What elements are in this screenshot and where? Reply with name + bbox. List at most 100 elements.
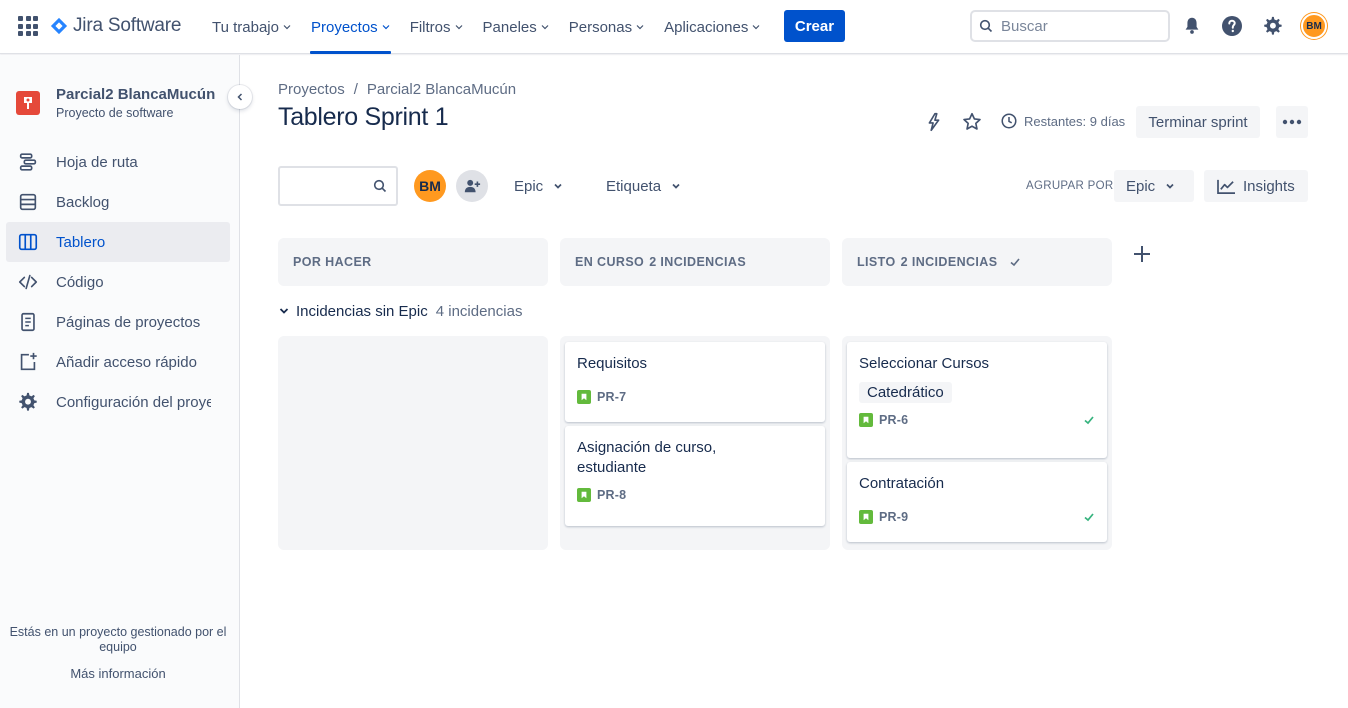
done-check-icon	[1084, 416, 1094, 425]
card-title: Asignación de curso, estudiante	[577, 439, 717, 476]
chevron-down-icon	[541, 25, 549, 30]
chevron-down-icon	[382, 25, 390, 30]
sidebar-item-codigo[interactable]: Código	[6, 262, 230, 302]
sidebar-item-label: Configuración del proyecto	[56, 393, 211, 411]
done-check-icon	[1084, 513, 1094, 522]
board-search-input[interactable]	[278, 166, 398, 206]
menu-paneles[interactable]: Paneles	[473, 0, 559, 54]
sidebar-item-label: Páginas de proyectos	[56, 313, 201, 331]
column-header-todo[interactable]: POR HACER	[278, 238, 548, 286]
issue-card[interactable]: Asignación de curso, estudiante PR-8	[565, 426, 825, 526]
plus-icon	[1134, 246, 1150, 262]
menu-personas[interactable]: Personas	[559, 0, 654, 54]
sidebar-item-label: Hoja de ruta	[56, 153, 138, 171]
issue-card[interactable]: Contratación PR-9	[847, 462, 1107, 542]
sidebar-item-acceso-rapido[interactable]: Añadir acceso rápido	[6, 342, 230, 382]
issue-key[interactable]: PR-6	[879, 413, 908, 427]
column-header-done[interactable]: LISTO 2 INCIDENCIAS	[842, 238, 1112, 286]
issue-key[interactable]: PR-9	[879, 510, 908, 524]
story-icon	[577, 488, 591, 502]
chevron-down-icon	[752, 25, 760, 30]
swimlane-header[interactable]: Incidencias sin Epic 4 incidencias	[278, 302, 522, 320]
more-info-link[interactable]: Más información	[0, 666, 236, 681]
user-avatar[interactable]: BM	[1301, 13, 1327, 39]
breadcrumb-proyectos[interactable]: Proyectos	[278, 81, 345, 98]
check-icon	[1010, 258, 1021, 267]
more-icon	[1282, 119, 1302, 125]
menu-label: Tu trabajo	[212, 18, 279, 36]
jira-logo[interactable]: Jira Software	[50, 14, 181, 38]
issue-key[interactable]: PR-7	[597, 390, 626, 404]
menu-filtros[interactable]: Filtros	[400, 0, 473, 54]
label-filter-dropdown[interactable]: Etiqueta	[606, 172, 681, 200]
app-name: Jira Software	[73, 15, 182, 36]
column-count: 2 INCIDENCIAS	[900, 255, 998, 269]
project-sidebar: Parcial2 BlancaMucún Proyecto de softwar…	[0, 55, 252, 708]
chevron-down-icon	[672, 183, 680, 189]
notifications-icon[interactable]	[1180, 14, 1204, 38]
jira-diamond-icon	[50, 17, 68, 35]
chevron-down-icon	[455, 25, 462, 30]
column-count: 2 INCIDENCIAS	[649, 255, 747, 269]
settings-gear-icon[interactable]	[1260, 14, 1284, 38]
top-navigation: Jira Software Tu trabajo Proyectos Filtr…	[0, 0, 1348, 54]
add-shortcut-icon	[16, 350, 40, 374]
menu-label: Filtros	[409, 18, 451, 36]
insights-label: Insights	[1243, 177, 1295, 195]
roadmap-icon	[16, 150, 40, 174]
search-input[interactable]	[1001, 17, 1151, 35]
project-type: Proyecto de software	[56, 106, 174, 120]
code-icon	[16, 270, 40, 294]
app-switcher-icon[interactable]	[18, 16, 38, 36]
more-actions-button[interactable]	[1276, 106, 1308, 138]
sidebar-item-paginas[interactable]: Páginas de proyectos	[6, 302, 230, 342]
menu-label: Aplicaciones	[664, 18, 749, 36]
menu-aplicaciones[interactable]: Aplicaciones	[654, 0, 770, 54]
star-icon[interactable]	[960, 110, 984, 134]
end-sprint-button[interactable]: Terminar sprint	[1136, 106, 1260, 138]
breadcrumb-project[interactable]: Parcial2 BlancaMucún	[367, 81, 516, 98]
settings-icon	[16, 390, 40, 414]
group-by-label: AGRUPAR POR	[1026, 180, 1114, 192]
column-body-todo[interactable]	[278, 336, 548, 550]
collapse-sidebar-button[interactable]	[228, 85, 252, 109]
insights-chart-icon	[1217, 179, 1235, 194]
column-name: EN CURSO	[575, 255, 645, 269]
column-body-done[interactable]: Seleccionar Cursos Catedrático PR-6 Cont…	[842, 336, 1112, 550]
issue-card[interactable]: Seleccionar Cursos Catedrático PR-6	[847, 342, 1107, 458]
page-icon	[16, 310, 40, 334]
create-button[interactable]: Crear	[784, 10, 845, 42]
project-avatar-icon	[16, 91, 40, 115]
sidebar-nav: Hoja de ruta Backlog Tablero Código Pági…	[6, 142, 230, 422]
add-people-button[interactable]	[456, 170, 488, 202]
global-search[interactable]	[970, 10, 1170, 42]
sidebar-item-tablero[interactable]: Tablero	[6, 222, 230, 262]
assignee-filter-avatar[interactable]: BM	[414, 170, 446, 202]
issue-key[interactable]: PR-8	[597, 488, 626, 502]
project-name: Parcial2 BlancaMucún	[56, 86, 216, 103]
automation-lightning-icon[interactable]	[922, 110, 946, 134]
insights-button[interactable]: Insights	[1204, 170, 1308, 202]
filter-label: Etiqueta	[606, 177, 662, 195]
add-person-icon	[464, 179, 481, 193]
menu-tu-trabajo[interactable]: Tu trabajo	[202, 0, 301, 54]
epic-filter-dropdown[interactable]: Epic	[514, 172, 563, 200]
group-by-dropdown[interactable]: Epic	[1114, 170, 1194, 202]
swimlane-title: Incidencias sin Epic	[296, 302, 428, 320]
sidebar-item-hoja-de-ruta[interactable]: Hoja de ruta	[6, 142, 230, 182]
breadcrumb-separator: /	[353, 81, 358, 98]
chevron-down-icon	[1166, 183, 1174, 189]
chevron-down-icon	[279, 308, 289, 314]
search-icon	[979, 19, 993, 33]
issue-card[interactable]: Requisitos PR-7	[565, 342, 825, 422]
column-header-in-progress[interactable]: EN CURSO 2 INCIDENCIAS	[560, 238, 830, 286]
column-body-in-progress[interactable]: Requisitos PR-7 Asignación de curso, est…	[560, 336, 830, 550]
sidebar-item-backlog[interactable]: Backlog	[6, 182, 230, 222]
sidebar-item-configuracion[interactable]: Configuración del proyecto	[6, 382, 230, 422]
menu-proyectos[interactable]: Proyectos	[301, 0, 400, 54]
help-icon[interactable]	[1220, 14, 1244, 38]
sidebar-item-label: Tablero	[56, 233, 106, 251]
chevron-down-icon	[636, 25, 644, 30]
sidebar-item-label: Backlog	[56, 193, 110, 211]
add-column-button[interactable]	[1126, 238, 1158, 270]
